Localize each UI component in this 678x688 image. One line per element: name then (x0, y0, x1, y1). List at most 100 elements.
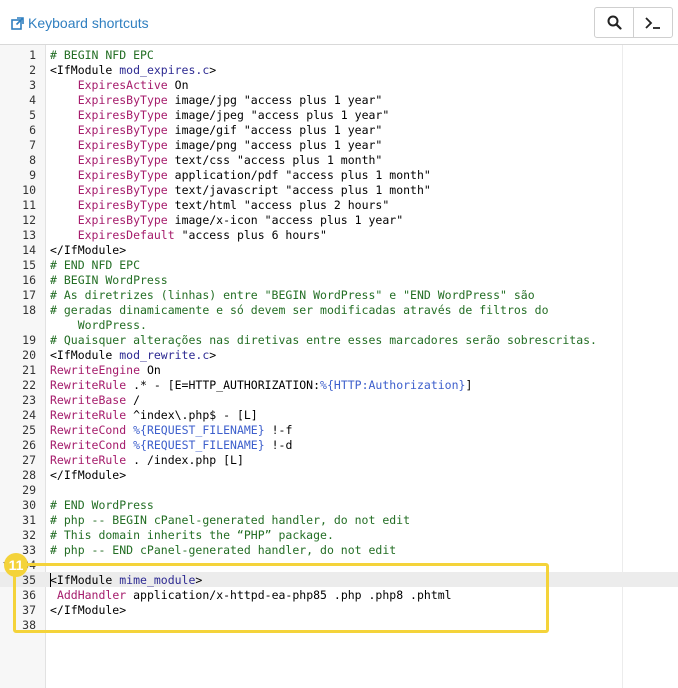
code-token: WordPress. (50, 318, 147, 332)
code-token: ExpiresByType (77, 123, 168, 137)
code-line[interactable]: # Quaisquer alterações nas diretivas ent… (50, 333, 597, 347)
code-line[interactable]: # As diretrizes (linhas) entre "BEGIN Wo… (50, 288, 535, 302)
search-icon (607, 15, 622, 30)
code-line[interactable]: ExpiresByType text/html "access plus 2 h… (50, 198, 390, 212)
code-token: RewriteEngine (50, 363, 141, 377)
code-line[interactable]: </IfModule> (50, 468, 126, 482)
line-number: 14 (22, 243, 36, 257)
line-number: 16 (22, 273, 36, 287)
code-token: %{HTTP:Authorization} (320, 378, 466, 392)
print-margin (622, 45, 623, 688)
code-token: ExpiresByType (77, 213, 168, 227)
code-token: !-d (264, 438, 293, 452)
line-number: 19 (22, 333, 36, 347)
code-token: > (209, 63, 217, 77)
code-token: image/png "access plus 1 year" (167, 138, 383, 152)
code-line[interactable]: # php -- BEGIN cPanel-generated handler,… (50, 513, 410, 527)
code-token: %{REQUEST_FILENAME} (133, 423, 265, 437)
terminal-icon (645, 16, 660, 29)
code-token: application/pdf "access plus 1 month" (167, 168, 431, 182)
code-line[interactable]: ExpiresDefault "access plus 6 hours" (50, 228, 327, 242)
line-number: 13 (22, 228, 36, 242)
code-token: ExpiresByType (77, 168, 168, 182)
code-token: text/html "access plus 2 hours" (167, 198, 390, 212)
line-number: 26 (22, 438, 36, 452)
line-number: 9 (29, 168, 36, 182)
code-token: mod_expires.c (119, 63, 210, 77)
line-number: 25 (22, 423, 36, 437)
code-token: # This domain inherits the “PHP” package… (50, 528, 334, 542)
code-token: # php -- END cPanel-generated handler, d… (50, 543, 397, 557)
line-number: 8 (29, 153, 36, 167)
code-token: "access plus 6 hours" (174, 228, 327, 242)
line-number: 3 (29, 78, 36, 92)
code-line[interactable]: RewriteRule . /index.php [L] (50, 453, 244, 467)
code-line[interactable]: # END NFD EPC (50, 258, 140, 272)
code-line[interactable]: RewriteRule .* - [E=HTTP_AUTHORIZATION:%… (50, 378, 472, 392)
code-line[interactable]: ExpiresByType image/jpg "access plus 1 y… (50, 93, 383, 107)
code-line[interactable]: <IfModule mod_expires.c> (50, 63, 216, 77)
line-number: 22 (22, 378, 36, 392)
code-line[interactable]: RewriteRule ^index\.php$ - [L] (50, 408, 258, 422)
search-button[interactable] (594, 7, 634, 38)
code-token: text/css "access plus 1 month" (167, 153, 383, 167)
code-token: On (167, 78, 189, 92)
code-line[interactable]: RewriteBase / (50, 393, 140, 407)
code-token: </IfModule> (50, 468, 127, 482)
code-line[interactable]: ExpiresByType image/jpeg "access plus 1 … (50, 108, 390, 122)
code-line[interactable]: ExpiresByType image/png "access plus 1 y… (50, 138, 383, 152)
code-token: image/jpeg "access plus 1 year" (167, 108, 390, 122)
line-number: 5 (29, 108, 36, 122)
code-token: / (126, 393, 141, 407)
code-line[interactable]: RewriteCond %{REQUEST_FILENAME} !-f (50, 423, 292, 437)
line-number: 24 (22, 408, 36, 422)
keyboard-shortcuts-label: Keyboard shortcuts (28, 15, 149, 31)
code-line[interactable]: ExpiresActive On (50, 78, 189, 92)
code-line[interactable]: # php -- END cPanel-generated handler, d… (50, 543, 396, 557)
code-line[interactable]: RewriteEngine On (50, 363, 161, 377)
highlight-box (13, 563, 549, 633)
code-line[interactable]: ExpiresByType text/javascript "access pl… (50, 183, 431, 197)
keyboard-shortcuts-link[interactable]: Keyboard shortcuts (11, 15, 149, 31)
line-number: 32 (22, 528, 36, 542)
code-line[interactable]: RewriteCond %{REQUEST_FILENAME} !-d (50, 438, 292, 452)
code-line[interactable]: # END WordPress (50, 498, 154, 512)
line-number: 27 (22, 453, 36, 467)
code-line[interactable]: # geradas dinamicamente e só devem ser m… (50, 303, 549, 317)
code-token: <IfModule (50, 63, 120, 77)
code-line[interactable]: ExpiresByType text/css "access plus 1 mo… (50, 153, 383, 167)
code-line[interactable]: # BEGIN NFD EPC (50, 48, 154, 62)
code-token: RewriteRule (50, 378, 127, 392)
code-token: ExpiresByType (77, 108, 168, 122)
line-number: 7 (29, 138, 36, 152)
code-token: # php -- BEGIN cPanel-generated handler,… (50, 513, 411, 527)
code-line[interactable]: # This domain inherits the “PHP” package… (50, 528, 334, 542)
code-token: ExpiresByType (77, 138, 168, 152)
code-token: ExpiresDefault (77, 228, 175, 242)
code-token: <IfModule (50, 348, 120, 362)
code-line[interactable]: # BEGIN WordPress (50, 273, 168, 287)
code-line[interactable]: WordPress. (50, 318, 147, 332)
code-line[interactable]: </IfModule> (50, 243, 126, 257)
code-line[interactable]: ExpiresByType application/pdf "access pl… (50, 168, 431, 182)
code-token: # END NFD EPC (50, 258, 141, 272)
code-token: image/x-icon "access plus 1 year" (167, 213, 404, 227)
code-token: ExpiresByType (77, 183, 168, 197)
line-number: 18 (22, 303, 36, 317)
line-number: 31 (22, 513, 36, 527)
terminal-button[interactable] (633, 7, 673, 38)
code-line[interactable]: ExpiresByType image/gif "access plus 1 y… (50, 123, 383, 137)
code-line[interactable]: ExpiresByType image/x-icon "access plus … (50, 213, 403, 227)
line-number: 1 (29, 48, 36, 62)
code-line[interactable]: <IfModule mod_rewrite.c> (50, 348, 216, 362)
line-number: 28 (22, 468, 36, 482)
